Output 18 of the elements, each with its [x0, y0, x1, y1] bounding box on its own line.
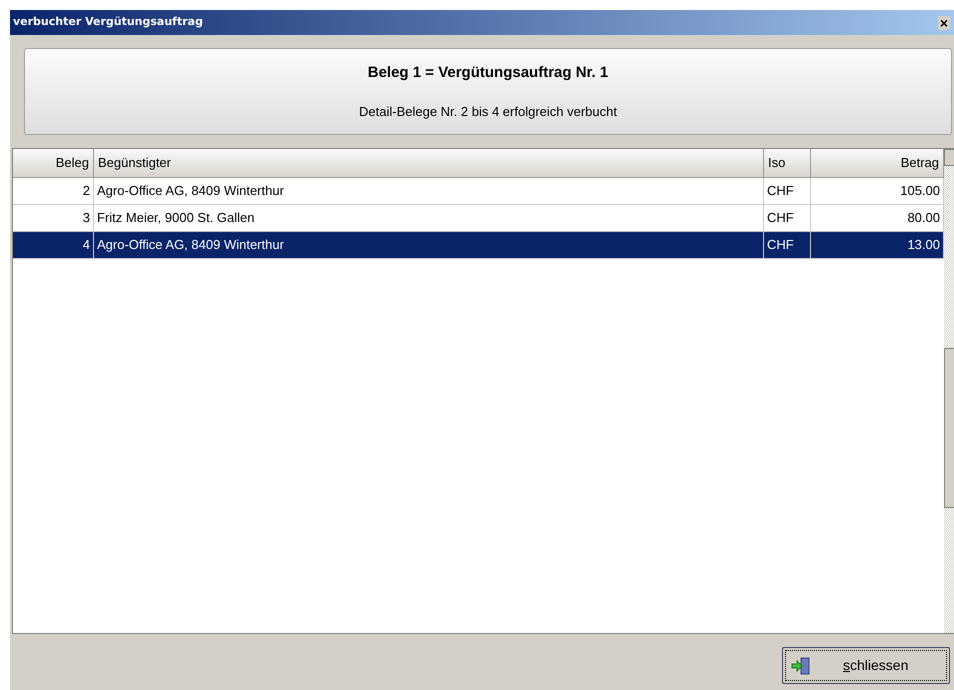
column-header[interactable]: Begünstigter [94, 149, 764, 178]
table-cell: Agro-Office AG, 8409 Winterthur [94, 178, 764, 205]
window-title: verbuchter Vergütungsauftrag [13, 14, 203, 30]
header-title: Beleg 1 = Vergütungsauftrag Nr. 1 [368, 63, 608, 83]
exit-door-icon [791, 656, 811, 674]
table-cell: CHF [764, 178, 811, 205]
column-header[interactable]: Beleg [13, 149, 94, 178]
table-cell: 13.00 [811, 232, 944, 259]
header-subtitle: Detail-Belege Nr. 2 bis 4 erfolgreich verbucht [359, 102, 617, 121]
scrollbar[interactable] [944, 149, 954, 633]
table-cell: Agro-Office AG, 8409 Winterthur [94, 232, 764, 259]
table-cell: 4 [13, 232, 94, 259]
column-header[interactable]: Betrag [811, 149, 944, 178]
close-button[interactable]: × [938, 16, 950, 30]
table-cell: 2 [13, 178, 94, 205]
column-header[interactable]: Iso [764, 149, 811, 178]
close-button[interactable]: schliessen [782, 647, 950, 684]
table-cell: CHF [764, 232, 811, 259]
